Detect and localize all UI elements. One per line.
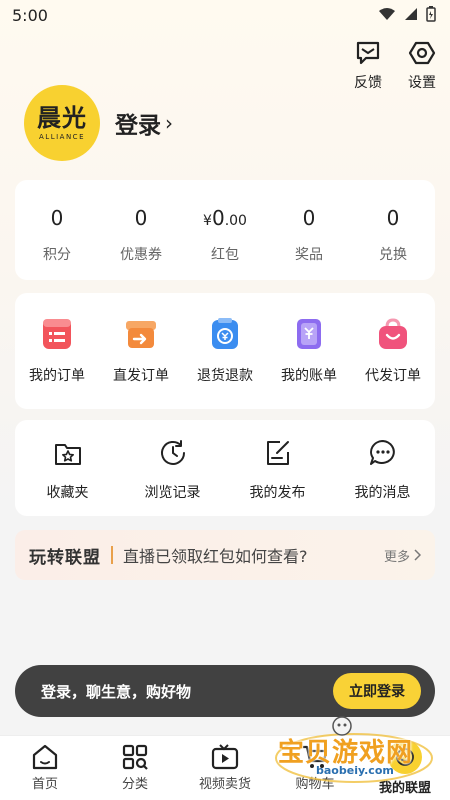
- tab-my-alliance[interactable]: 我的联盟: [360, 736, 450, 800]
- my-bills-button[interactable]: 我的账单: [267, 293, 351, 409]
- refund-icon: [212, 318, 238, 349]
- chevron-right-icon: ›: [165, 111, 173, 135]
- more-link[interactable]: 更多: [384, 546, 421, 565]
- stat-label: 红包: [211, 247, 239, 263]
- direct-ship-icon: [126, 321, 156, 348]
- stat-prizes[interactable]: 0 奖品: [267, 180, 351, 280]
- tab-label: 分类: [121, 777, 148, 792]
- stat-label: 兑换: [379, 247, 407, 263]
- publish-icon: [266, 441, 289, 465]
- order-label: 我的订单: [29, 368, 85, 384]
- stats-card: 0 积分 0 优惠券 ¥0.00 红包 0 奖品 0 兑换: [15, 180, 435, 280]
- bottom-tab-bar: 首页 分类 视频卖货 购物车 我的联盟: [0, 735, 450, 800]
- tab-label: 首页: [31, 777, 58, 792]
- stat-value: 0: [50, 206, 64, 230]
- logo-subtext: ALLIANCE: [39, 133, 85, 141]
- message-icon: [369, 440, 395, 465]
- chevron-right-icon: [414, 549, 421, 561]
- status-time: 5:00: [12, 6, 48, 25]
- stat-points[interactable]: 0 积分: [15, 180, 99, 280]
- alliance-icon: [388, 740, 422, 774]
- status-icons: [378, 6, 436, 22]
- tab-label: 视频卖货: [198, 777, 251, 792]
- my-orders-button[interactable]: 我的订单: [15, 293, 99, 409]
- stat-value: 0: [134, 206, 148, 230]
- settings-label: 设置: [408, 75, 436, 91]
- tab-label: 我的联盟: [378, 781, 431, 796]
- stat-decimals: .00: [224, 213, 247, 229]
- login-now-button[interactable]: 立即登录: [333, 673, 421, 709]
- alliance-message: 直播已领取红包如何查看?: [123, 547, 308, 566]
- stat-value: 0: [302, 206, 316, 230]
- category-icon: [122, 744, 148, 770]
- tool-label: 我的消息: [354, 485, 411, 501]
- avatar[interactable]: 晨光 ALLIANCE: [24, 85, 100, 161]
- battery-icon: [426, 6, 436, 22]
- proxy-order-icon: [379, 318, 407, 349]
- video-icon: [211, 744, 239, 770]
- tab-video-selling[interactable]: 视频卖货: [180, 736, 270, 800]
- favorites-icon: [54, 444, 81, 465]
- more-label: 更多: [383, 549, 410, 565]
- direct-orders-button[interactable]: 直发订单: [99, 293, 183, 409]
- alliance-title: 玩转联盟: [29, 547, 101, 568]
- wifi-icon: [379, 8, 395, 20]
- tab-label: 购物车: [295, 777, 335, 792]
- login-link[interactable]: 登录 ›: [115, 106, 173, 140]
- stat-label: 优惠券: [120, 247, 162, 263]
- my-posts-button[interactable]: 我的发布: [225, 420, 330, 516]
- stat-label: 积分: [43, 247, 71, 263]
- cart-icon: [303, 745, 328, 768]
- stat-exchange[interactable]: 0 兑换: [351, 180, 435, 280]
- order-label: 代发订单: [365, 368, 421, 384]
- login-text: 登录: [115, 113, 161, 139]
- feedback-label: 反馈: [354, 75, 382, 91]
- stat-red-packet[interactable]: ¥0.00 红包: [183, 180, 267, 280]
- favorites-button[interactable]: 收藏夹: [15, 420, 120, 516]
- divider: [111, 546, 113, 564]
- proxy-orders-button[interactable]: 代发订单: [351, 293, 435, 409]
- tab-home[interactable]: 首页: [0, 736, 90, 800]
- stat-value: 0: [386, 206, 400, 230]
- alliance-banner[interactable]: 玩转联盟 直播已领取红包如何查看? 更多: [15, 530, 435, 580]
- tab-cart[interactable]: 购物车: [270, 736, 360, 800]
- login-prompt-text: 登录，聊生意，购好物: [41, 682, 192, 701]
- feedback-button[interactable]: 反馈: [346, 40, 390, 92]
- home-icon: [32, 744, 58, 770]
- order-label: 我的账单: [281, 368, 337, 384]
- stat-coupons[interactable]: 0 优惠券: [99, 180, 183, 280]
- stat-label: 奖品: [295, 247, 323, 263]
- tab-category[interactable]: 分类: [90, 736, 180, 800]
- bill-icon: [297, 319, 321, 349]
- order-label: 直发订单: [113, 368, 169, 384]
- order-label: 退货退款: [197, 368, 253, 384]
- feedback-icon: [356, 41, 380, 65]
- gear-icon: [408, 41, 436, 65]
- settings-button[interactable]: 设置: [400, 40, 444, 92]
- history-button[interactable]: 浏览记录: [120, 420, 225, 516]
- tool-label: 收藏夹: [46, 485, 89, 501]
- stat-value: 0: [211, 206, 225, 230]
- history-icon: [160, 440, 185, 465]
- currency-symbol: ¥: [203, 213, 212, 229]
- refund-button[interactable]: 退货退款: [183, 293, 267, 409]
- orders-card: 我的订单 直发订单 退货退款 我的账单 代发订单: [15, 293, 435, 409]
- tools-card: 收藏夹 浏览记录 我的发布 我的消息: [15, 420, 435, 516]
- tool-label: 浏览记录: [144, 485, 201, 501]
- signal-icon: [405, 8, 417, 20]
- my-messages-button[interactable]: 我的消息: [330, 420, 435, 516]
- logo-text: 晨光: [37, 103, 87, 132]
- tool-label: 我的发布: [249, 485, 306, 501]
- order-list-icon: [43, 319, 71, 349]
- login-prompt-bar: 登录，聊生意，购好物 立即登录: [15, 665, 435, 717]
